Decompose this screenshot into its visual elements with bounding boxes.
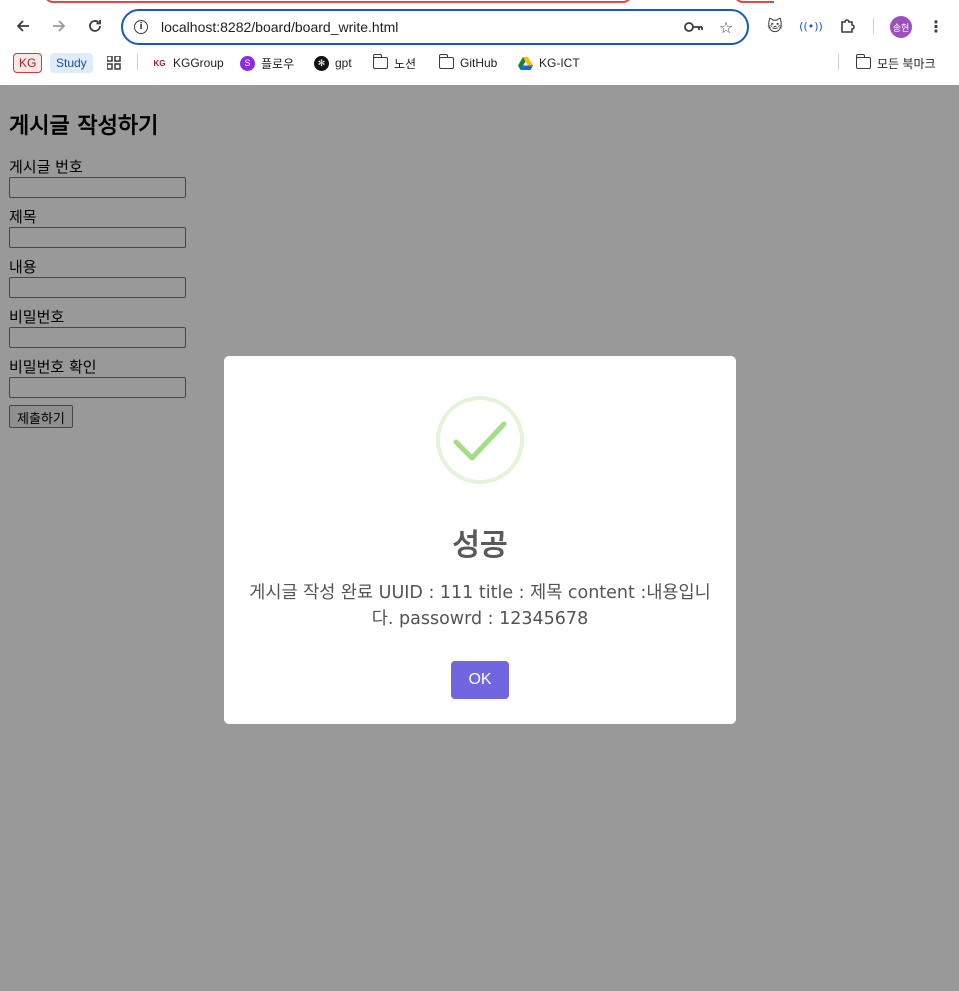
password-key-icon[interactable] bbox=[683, 16, 705, 38]
bookmark-gpt[interactable]: ✻ gpt bbox=[314, 52, 352, 74]
bookmark-label: KG bbox=[13, 53, 43, 73]
bookmark-label: GitHub bbox=[460, 56, 498, 70]
bookmark-flow[interactable]: S 플로우 bbox=[240, 52, 294, 74]
site-info-icon[interactable]: i bbox=[134, 20, 148, 34]
forward-button[interactable] bbox=[46, 13, 72, 39]
dialog-message: 게시글 작성 완료 UUID : 111 title : 제목 content … bbox=[249, 583, 711, 629]
menu-kebab-icon[interactable]: ⋮ bbox=[925, 15, 947, 37]
bookmark-github[interactable]: GitHub bbox=[438, 52, 498, 74]
extension-broadcast-icon[interactable]: ((•)) bbox=[799, 15, 823, 37]
success-dialog: 성공 게시글 작성 완료 UUID : 111 title : 제목 conte… bbox=[224, 356, 736, 724]
folder-icon bbox=[372, 54, 388, 71]
bookmark-label: Study bbox=[50, 53, 93, 73]
bookmark-notion[interactable]: 노션 bbox=[372, 52, 417, 74]
success-check-icon bbox=[453, 421, 507, 461]
url-text[interactable]: localhost:8282/board/board_write.html bbox=[161, 19, 683, 35]
bookmark-label: 플로우 bbox=[261, 56, 295, 71]
back-arrow-icon bbox=[16, 20, 29, 32]
active-tab-edge bbox=[44, 0, 632, 3]
ok-button[interactable]: OK bbox=[451, 661, 509, 699]
folder-icon bbox=[438, 54, 454, 71]
flow-logo-icon: S bbox=[240, 55, 255, 71]
all-bookmarks-button[interactable]: 모든 북마크 bbox=[855, 52, 936, 74]
dialog-title: 성공 bbox=[452, 528, 508, 563]
bookmark-label: 노션 bbox=[394, 56, 417, 71]
bookmark-label: gpt bbox=[335, 56, 352, 70]
openai-logo-icon: ✻ bbox=[314, 55, 329, 71]
bookmark-study[interactable]: Study bbox=[50, 52, 93, 74]
all-bookmarks-label: 모든 북마크 bbox=[877, 56, 936, 71]
bookmark-kggroup[interactable]: KG KGGroup bbox=[152, 52, 224, 74]
bookmark-kg-ict[interactable]: KG-ICT bbox=[518, 52, 580, 74]
apps-grid-icon bbox=[107, 56, 121, 70]
forward-arrow-icon bbox=[53, 20, 66, 32]
tab-edge bbox=[734, 0, 774, 3]
browser-toolbar: i localhost:8282/board/board_write.html … bbox=[0, 0, 959, 85]
bookmark-separator-right bbox=[838, 54, 839, 70]
bookmark-star-icon[interactable]: ☆ bbox=[715, 16, 737, 38]
extension-cat-icon[interactable]: 🐱 bbox=[764, 15, 786, 37]
toolbar-separator bbox=[873, 18, 874, 34]
extensions-puzzle-icon[interactable] bbox=[836, 15, 858, 37]
reload-icon bbox=[89, 20, 101, 32]
back-button[interactable] bbox=[10, 13, 36, 39]
address-bar[interactable]: i localhost:8282/board/board_write.html … bbox=[121, 9, 749, 45]
bookmark-kg[interactable]: KG bbox=[13, 52, 43, 74]
folder-icon bbox=[855, 54, 871, 71]
profile-avatar[interactable]: 송현 bbox=[890, 16, 912, 38]
apps-grid-button[interactable] bbox=[107, 52, 121, 74]
bookmarks-bar: KG Study KG KGGroup S 플로우 ✻ gpt 노션 GitHu… bbox=[0, 52, 959, 76]
bookmark-separator-left bbox=[137, 54, 138, 70]
bookmark-label: KGGroup bbox=[173, 56, 224, 70]
kg-logo-icon: KG bbox=[153, 58, 166, 68]
reload-button[interactable] bbox=[82, 13, 108, 39]
google-drive-icon bbox=[518, 56, 533, 71]
bookmark-label: KG-ICT bbox=[539, 56, 580, 70]
